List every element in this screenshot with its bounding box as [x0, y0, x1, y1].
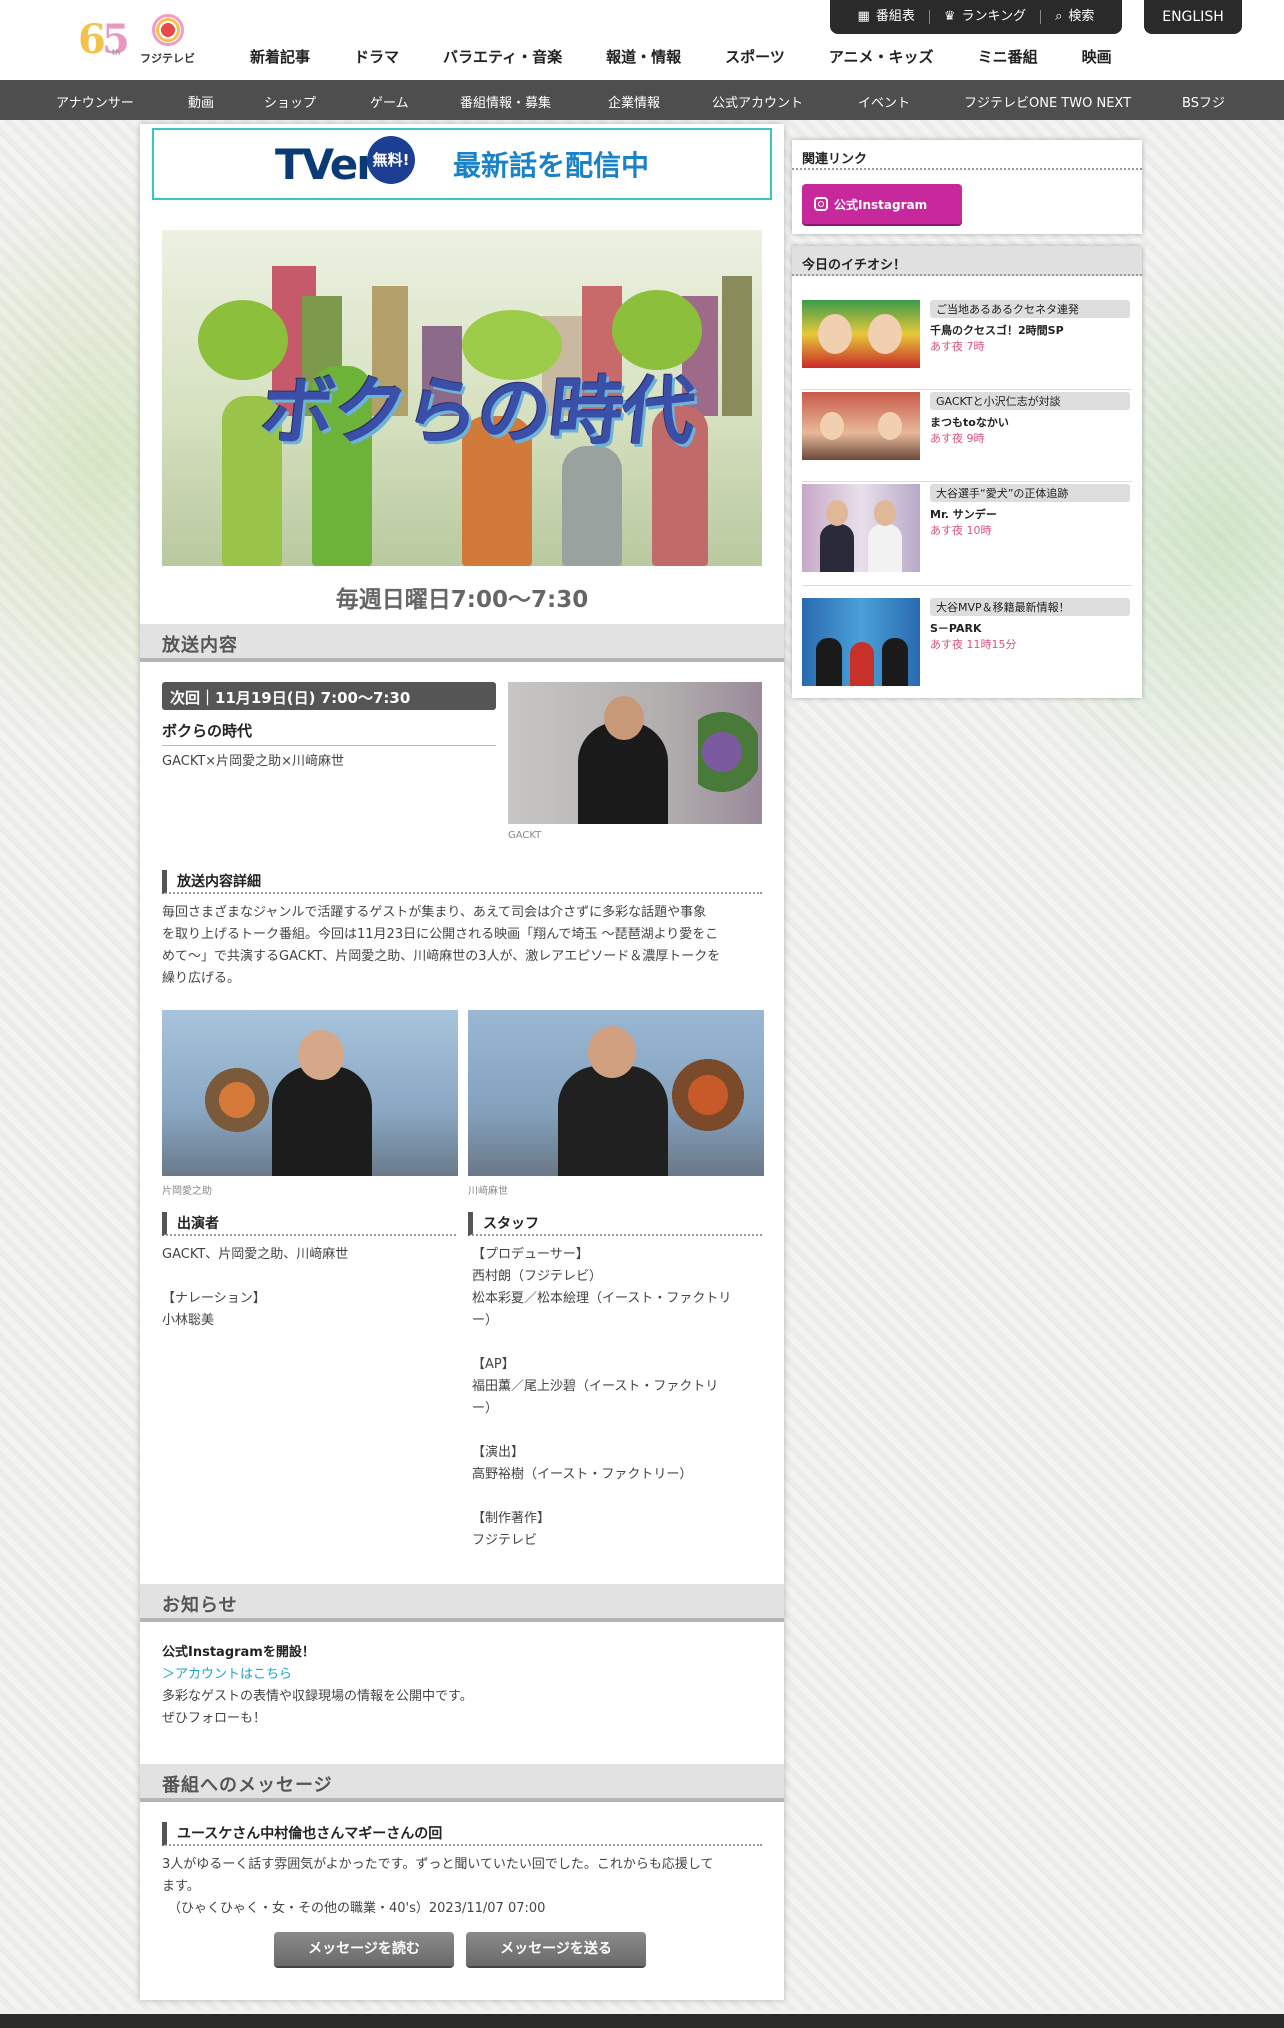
- pickup-thumb-4: [802, 598, 920, 686]
- topbar-search[interactable]: ⌕ 検索: [1041, 10, 1108, 24]
- news-text: 公式Instagramを開設！ ＞アカウントはこちら 多彩なゲストの表情や収録現…: [162, 1642, 762, 1730]
- next-broadcast: 次回｜11月19日(日) 7:00〜7:30: [162, 682, 496, 710]
- pickup-time-2: あす夜 9時: [930, 432, 985, 445]
- related-links-heading: 関連リンク: [792, 140, 1142, 170]
- subnav-corporate[interactable]: 企業情報: [608, 92, 660, 111]
- tver-free-badge: 無料!: [367, 136, 416, 184]
- nav-sports[interactable]: スポーツ: [725, 46, 785, 67]
- message-heading: ユースケさん中村倫也さんマギーさんの回: [162, 1822, 762, 1846]
- message-text: 3人がゆるーく話す雰囲気がよかったです。ずっと聞いていたい回でした。これからも応…: [162, 1854, 772, 1920]
- photo-gackt: [508, 682, 762, 824]
- instagram-button[interactable]: 公式Instagram: [802, 184, 962, 224]
- photo-caption-kawasaki: 川﨑麻世: [468, 1186, 508, 1197]
- pickup-item-2[interactable]: GACKTと小沢仁志が対談 まつもtoなかい あす夜 9時: [802, 392, 1132, 482]
- crown-icon: ♛: [943, 9, 956, 24]
- main-nav: 新着記事 ドラマ バラエティ・音楽 報道・情報 スポーツ アニメ・キッズ ミニ番…: [250, 46, 1156, 67]
- pickup-thumb-3: [802, 484, 920, 572]
- pickup-thumb-1: [802, 300, 920, 368]
- detail-heading: 放送内容詳細: [162, 870, 762, 894]
- topbar-schedule[interactable]: ▦ 番組表: [844, 10, 930, 24]
- section-messages: 番組へのメッセージ: [140, 1764, 784, 1802]
- program-name: ボクらの時代: [162, 720, 496, 746]
- photo-caption-gackt: GACKT: [508, 830, 542, 841]
- photo-kawasaki: [468, 1010, 764, 1176]
- send-message-button[interactable]: メッセージを送る: [466, 1932, 646, 1966]
- pickup-tag-4: 大谷MVP＆移籍最新情報！: [930, 598, 1130, 616]
- footer-bar: [0, 2014, 1284, 2028]
- pickup-item-1[interactable]: ご当地あるあるクセネタ連発 千鳥のクセスゴ！2時間SP あす夜 7時: [802, 300, 1132, 390]
- subnav-program-info[interactable]: 番組情報・募集: [460, 92, 551, 111]
- english-button[interactable]: ENGLISH: [1144, 0, 1242, 34]
- pickup-tag-3: 大谷選手“愛犬”の正体追跡: [930, 484, 1130, 502]
- pickup-time-4: あす夜 11時15分: [930, 638, 1017, 651]
- pickup-tag-2: GACKTと小沢仁志が対談: [930, 392, 1130, 410]
- anniversary-logo[interactable]: 65 th: [78, 10, 132, 63]
- pickup-box: 今日のイチオシ！ ご当地あるあるクセネタ連発 千鳥のクセスゴ！2時間SP あす夜…: [792, 246, 1142, 698]
- search-icon: ⌕: [1055, 9, 1063, 24]
- subnav-one-two-next[interactable]: フジテレビONE TWO NEXT: [964, 92, 1131, 111]
- subnav-official-accounts[interactable]: 公式アカウント: [712, 92, 803, 111]
- pickup-title-4: S－PARK: [930, 622, 982, 635]
- tver-banner[interactable]: TVer 無料! 最新話を配信中: [152, 128, 772, 200]
- fujitv-logo-text: フジテレビ: [140, 52, 195, 65]
- utility-bar: ▦ 番組表 ♛ ランキング ⌕ 検索: [830, 0, 1122, 34]
- pickup-time-1: あす夜 7時: [930, 340, 985, 353]
- fujitv-logo[interactable]: フジテレビ: [140, 12, 200, 65]
- subnav-announcer[interactable]: アナウンサー: [56, 92, 134, 111]
- instagram-account-link[interactable]: ＞アカウントはこちら: [162, 1664, 762, 1686]
- section-news: お知らせ: [140, 1584, 784, 1622]
- pickup-thumb-2: [802, 392, 920, 460]
- pickup-item-4[interactable]: 大谷MVP＆移籍最新情報！ S－PARK あす夜 11時15分: [802, 598, 1132, 688]
- show-key-visual: ボクらの時代: [162, 230, 762, 566]
- subnav-video[interactable]: 動画: [188, 92, 214, 111]
- detail-text: 毎回さまざまなジャンルで活躍するゲストが集まり、あえて司会は介さずに多彩な話題や…: [162, 905, 721, 986]
- cast-heading: 出演者: [162, 1212, 456, 1236]
- pickup-item-3[interactable]: 大谷選手“愛犬”の正体追跡 Mr. サンデー あす夜 10時: [802, 484, 1132, 586]
- show-title-logo: ボクらの時代: [256, 369, 698, 455]
- pickup-title-3: Mr. サンデー: [930, 508, 997, 521]
- nav-movie[interactable]: 映画: [1082, 46, 1112, 67]
- photo-caption-kataoka: 片岡愛之助: [162, 1186, 212, 1197]
- nav-drama[interactable]: ドラマ: [354, 46, 399, 67]
- topbar-ranking[interactable]: ♛ ランキング: [930, 9, 1042, 24]
- grid-icon: ▦: [857, 9, 870, 24]
- photo-kataoka: [162, 1010, 458, 1176]
- anniversary-suffix: th: [112, 48, 121, 57]
- nav-anime-kids[interactable]: アニメ・キッズ: [829, 46, 934, 67]
- nav-new-articles[interactable]: 新着記事: [250, 46, 310, 67]
- broadcast-schedule: 毎週日曜日7:00〜7:30: [335, 587, 589, 613]
- staff-heading: スタッフ: [468, 1212, 762, 1236]
- site-header: 65 th フジテレビ ▦ 番組表 ♛ ランキング ⌕ 検索 ENGLISH 新…: [0, 0, 1284, 80]
- pickup-title-2: まつもtoなかい: [930, 416, 1009, 429]
- main-column: TVer 無料! 最新話を配信中 ボクらの時代 毎週日曜日7:00〜7:30 放…: [140, 124, 784, 2000]
- nav-variety-music[interactable]: バラエティ・音楽: [443, 46, 562, 67]
- staff-text: 【プロデューサー】 西村朗（フジテレビ） 松本彩夏／松本絵理（イースト・ファクト…: [472, 1247, 732, 1548]
- nav-mini[interactable]: ミニ番組: [978, 46, 1038, 67]
- cast-text: GACKT、片岡愛之助、川﨑麻世 【ナレーション】 小林聡美: [162, 1247, 349, 1328]
- nav-news-info[interactable]: 報道・情報: [606, 46, 681, 67]
- tver-message: 最新話を配信中: [453, 149, 650, 182]
- instagram-icon: [814, 197, 828, 211]
- subnav-game[interactable]: ゲーム: [370, 92, 409, 111]
- medama-icon: [152, 14, 184, 46]
- pickup-title-1: 千鳥のクセスゴ！2時間SP: [930, 324, 1064, 337]
- tver-logo: TVer: [274, 139, 377, 189]
- sub-nav: アナウンサー 動画 ショップ ゲーム 番組情報・募集 企業情報 公式アカウント …: [0, 80, 1284, 120]
- message-author: （ひゃくひゃく・女・その他の職業・40's）2023/11/07 07:00: [168, 1901, 546, 1916]
- section-broadcast: 放送内容: [140, 624, 784, 662]
- subnav-events[interactable]: イベント: [858, 92, 910, 111]
- pickup-heading: 今日のイチオシ！: [792, 246, 1142, 276]
- read-messages-button[interactable]: メッセージを読む: [274, 1932, 454, 1966]
- pickup-time-3: あす夜 10時: [930, 524, 992, 537]
- guest-list: GACKT×片岡愛之助×川﨑麻世: [162, 754, 345, 769]
- related-links-box: 関連リンク 公式Instagram: [792, 140, 1142, 234]
- subnav-bsfuji[interactable]: BSフジ: [1182, 92, 1225, 111]
- subnav-shop[interactable]: ショップ: [264, 92, 316, 111]
- pickup-tag-1: ご当地あるあるクセネタ連発: [930, 300, 1130, 318]
- news-headline: 公式Instagramを開設！: [162, 1645, 315, 1660]
